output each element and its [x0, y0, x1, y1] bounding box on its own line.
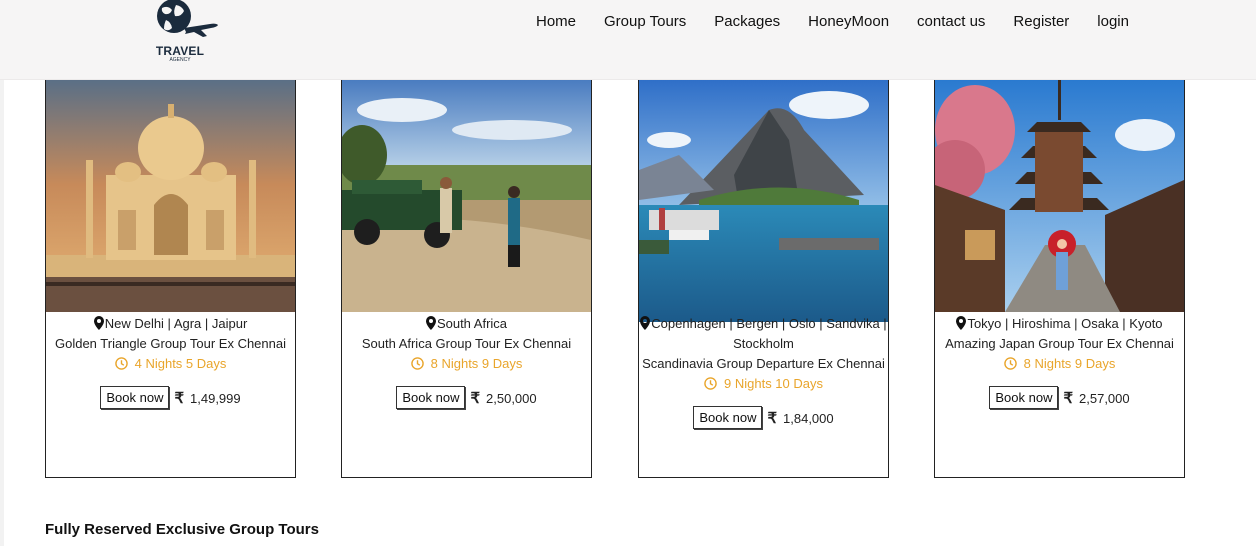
tour-title: Amazing Japan Group Tour Ex Chennai	[945, 336, 1174, 351]
rupee-icon: ₹	[767, 409, 778, 427]
location-row-2: Stockholm	[733, 336, 794, 351]
clock-icon	[704, 377, 717, 390]
tour-title: Scandinavia Group Departure Ex Chennai	[642, 356, 885, 371]
location-row: New Delhi | Agra | Jaipur	[46, 314, 295, 334]
duration-text: 4 Nights 5 Days	[134, 356, 227, 371]
book-row: Book now ₹2,57,000	[935, 386, 1184, 409]
price: ₹2,50,000	[470, 389, 536, 407]
rupee-icon: ₹	[470, 389, 481, 407]
nav-register[interactable]: Register	[999, 12, 1083, 32]
section-title: Fully Reserved Exclusive Group Tours	[45, 521, 319, 538]
location-row: Tokyo | Hiroshima | Osaka | Kyoto	[935, 314, 1184, 334]
duration-text: 8 Nights 9 Days	[1023, 356, 1116, 371]
location-text: Tokyo | Hiroshima | Osaka | Kyoto	[967, 316, 1163, 331]
page-edge	[0, 80, 4, 546]
rupee-icon: ₹	[1063, 389, 1074, 407]
brand-name: TRAVEL	[155, 44, 205, 58]
tour-image-fjord[interactable]	[639, 80, 888, 322]
tour-image-kyoto-pagoda[interactable]	[935, 80, 1184, 312]
nav-contact-us[interactable]: contact us	[903, 12, 999, 32]
navbar: TRAVEL AGENCY Home Group Tours Packages …	[0, 0, 1256, 80]
duration-row: 9 Nights 10 Days	[639, 374, 888, 394]
card-body: South Africa South Africa Group Tour Ex …	[342, 314, 591, 409]
location-row: South Africa	[342, 314, 591, 334]
card-body: Tokyo | Hiroshima | Osaka | Kyoto Amazin…	[935, 314, 1184, 409]
tour-image-taj-mahal[interactable]	[46, 80, 295, 312]
location-text: South Africa	[436, 316, 508, 331]
nav-honeymoon[interactable]: HoneyMoon	[794, 12, 903, 32]
price-value: 2,50,000	[486, 390, 537, 406]
location-text: Copenhagen | Bergen | Oslo | Sandvika |	[651, 316, 887, 331]
book-now-button[interactable]: Book now	[100, 386, 170, 409]
clock-icon	[1003, 357, 1017, 370]
tour-card-south-africa[interactable]: South Africa South Africa Group Tour Ex …	[341, 80, 592, 478]
clock-icon	[410, 357, 424, 370]
nav-group-tours[interactable]: Group Tours	[590, 12, 700, 32]
price: ₹1,84,000	[767, 409, 833, 427]
main-nav: Home Group Tours Packages HoneyMoon cont…	[522, 12, 1143, 32]
book-row: Book now ₹2,50,000	[342, 386, 591, 409]
tour-card-japan[interactable]: Tokyo | Hiroshima | Osaka | Kyoto Amazin…	[934, 80, 1185, 478]
book-now-button[interactable]: Book now	[396, 386, 466, 409]
duration-text: 8 Nights 9 Days	[430, 356, 523, 371]
duration-row: 8 Nights 9 Days	[342, 354, 591, 374]
nav-home[interactable]: Home	[522, 12, 590, 32]
nav-login[interactable]: login	[1083, 12, 1143, 32]
price-value: 1,49,999	[190, 390, 241, 406]
tour-image-safari[interactable]	[342, 80, 591, 312]
map-pin-icon	[425, 316, 436, 330]
rupee-icon: ₹	[174, 389, 185, 407]
price: ₹1,49,999	[174, 389, 240, 407]
tour-card-golden-triangle[interactable]: New Delhi | Agra | Jaipur Golden Triangl…	[45, 80, 296, 478]
book-now-button[interactable]: Book now	[693, 406, 763, 429]
duration-row: 4 Nights 5 Days	[46, 354, 295, 374]
brand-sub: AGENCY	[169, 57, 191, 63]
tour-title: Golden Triangle Group Tour Ex Chennai	[54, 336, 286, 351]
map-pin-icon	[640, 316, 651, 330]
book-now-button[interactable]: Book now	[989, 386, 1059, 409]
book-row: Book now ₹1,84,000	[639, 406, 888, 429]
duration-row: 8 Nights 9 Days	[935, 354, 1184, 374]
location-text: New Delhi | Agra | Jaipur	[104, 316, 248, 331]
card-body: Copenhagen | Bergen | Oslo | Sandvika | …	[639, 314, 888, 429]
price-value: 2,57,000	[1079, 390, 1130, 406]
duration-text: 9 Nights 10 Days	[724, 376, 823, 391]
clock-icon	[114, 357, 128, 370]
map-pin-icon	[93, 316, 104, 330]
price: ₹2,57,000	[1063, 389, 1129, 407]
location-row: Copenhagen | Bergen | Oslo | Sandvika |	[639, 314, 888, 334]
nav-packages[interactable]: Packages	[700, 12, 794, 32]
tour-title: South Africa Group Tour Ex Chennai	[361, 336, 572, 351]
map-pin-icon	[956, 316, 967, 330]
card-body: New Delhi | Agra | Jaipur Golden Triangl…	[46, 314, 295, 409]
book-row: Book now ₹1,49,999	[46, 386, 295, 409]
price-value: 1,84,000	[783, 410, 834, 426]
tour-card-scandinavia[interactable]: Copenhagen | Bergen | Oslo | Sandvika | …	[638, 80, 889, 478]
